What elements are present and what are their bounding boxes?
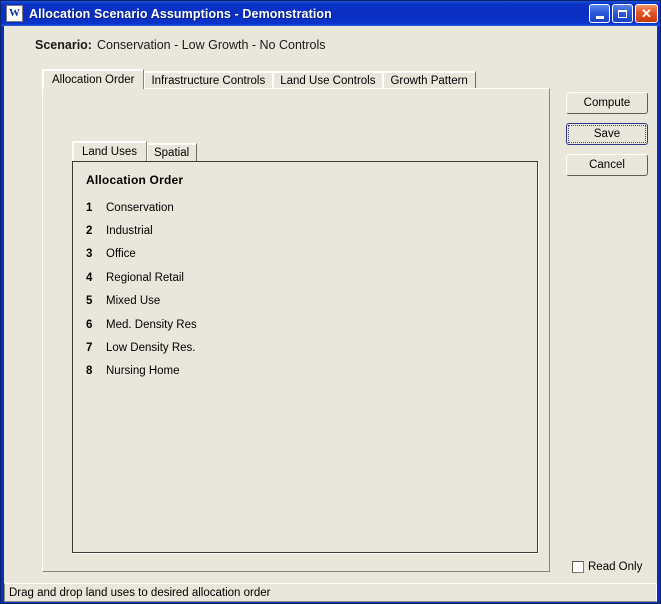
scenario-label: Scenario:: [35, 38, 92, 52]
list-item-number: 7: [86, 342, 93, 355]
list-item-number: 6: [86, 318, 93, 331]
list-heading: Allocation Order: [86, 173, 184, 187]
allocation-order-panel: Land Uses Spatial Allocation Order 1 Con…: [42, 88, 550, 572]
save-button[interactable]: Save: [566, 123, 648, 145]
read-only-checkbox[interactable]: [572, 561, 584, 573]
dialog-window: W Allocation Scenario Assumptions - Demo…: [0, 0, 661, 604]
tab-label: Land Use Controls: [280, 74, 376, 87]
minimize-button[interactable]: [589, 4, 610, 23]
title-bar[interactable]: W Allocation Scenario Assumptions - Demo…: [1, 1, 660, 26]
tab-label: Growth Pattern: [390, 74, 468, 87]
list-item-number: 5: [86, 295, 93, 308]
list-item[interactable]: 1 Conservation: [86, 196, 506, 219]
status-message: Drag and drop land uses to desired alloc…: [9, 586, 271, 599]
outer-tab-strip: Allocation Order Infrastructure Controls…: [42, 69, 476, 89]
list-item-label: Regional Retail: [106, 271, 184, 284]
close-icon: ✕: [641, 6, 652, 21]
list-item[interactable]: 3 Office: [86, 243, 506, 266]
compute-button[interactable]: Compute: [566, 92, 648, 114]
tab-label: Infrastructure Controls: [151, 74, 266, 87]
tab-land-use-controls[interactable]: Land Use Controls: [272, 71, 384, 89]
word-document-icon[interactable]: W: [6, 5, 23, 22]
list-item-label: Office: [106, 248, 136, 261]
list-item[interactable]: 7 Low Density Res.: [86, 336, 506, 359]
read-only-checkbox-row[interactable]: Read Only: [572, 561, 642, 573]
list-item-label: Industrial: [106, 225, 153, 238]
focus-ring: [568, 125, 646, 143]
list-item-label: Mixed Use: [106, 295, 161, 308]
tab-label: Spatial: [153, 146, 190, 159]
tab-growth-pattern[interactable]: Growth Pattern: [382, 71, 476, 89]
list-item[interactable]: 2 Industrial: [86, 219, 506, 242]
window-controls: ✕: [589, 4, 658, 23]
list-item[interactable]: 6 Med. Density Res: [86, 313, 506, 336]
tab-allocation-order[interactable]: Allocation Order: [42, 69, 145, 89]
scenario-value: Conservation - Low Growth - No Controls: [96, 38, 326, 52]
tab-label: Allocation Order: [52, 73, 135, 86]
status-bar: Drag and drop land uses to desired alloc…: [4, 583, 657, 602]
scenario-line: Scenario: Conservation - Low Growth - No …: [35, 38, 326, 52]
button-label: Cancel: [589, 159, 625, 171]
allocation-order-list: 1 Conservation 2 Industrial 3 Office 4 R…: [86, 196, 506, 383]
window-title: Allocation Scenario Assumptions - Demons…: [29, 6, 332, 21]
list-item-number: 3: [86, 248, 93, 261]
dialog-client-area: Scenario: Conservation - Low Growth - No …: [4, 26, 657, 581]
cancel-button[interactable]: Cancel: [566, 154, 648, 176]
list-item[interactable]: 5 Mixed Use: [86, 290, 506, 313]
list-item-number: 8: [86, 365, 93, 378]
list-item-label: Med. Density Res: [106, 318, 197, 331]
button-label: Compute: [583, 97, 631, 109]
tab-label: Land Uses: [82, 145, 137, 158]
read-only-label: Read Only: [588, 561, 643, 573]
list-item-number: 1: [86, 201, 93, 214]
list-item[interactable]: 4 Regional Retail: [86, 266, 506, 289]
tab-infrastructure-controls[interactable]: Infrastructure Controls: [143, 71, 274, 89]
minimize-icon: [595, 15, 604, 19]
list-item-label: Low Density Res.: [106, 342, 196, 355]
maximize-button[interactable]: [612, 4, 633, 23]
tab-spatial[interactable]: Spatial: [145, 143, 198, 161]
list-item-label: Nursing Home: [106, 365, 180, 378]
list-item-number: 4: [86, 271, 93, 284]
action-button-column: Compute Save Cancel: [566, 92, 648, 185]
list-item[interactable]: 8 Nursing Home: [86, 360, 506, 383]
maximize-icon: [618, 9, 627, 18]
inner-tab-strip: Land Uses Spatial: [72, 141, 198, 161]
tab-land-uses[interactable]: Land Uses: [72, 141, 147, 161]
land-uses-list-panel[interactable]: Allocation Order 1 Conservation 2 Indust…: [72, 161, 538, 553]
list-item-label: Conservation: [106, 201, 174, 214]
list-item-number: 2: [86, 225, 93, 238]
close-button[interactable]: ✕: [635, 4, 658, 23]
